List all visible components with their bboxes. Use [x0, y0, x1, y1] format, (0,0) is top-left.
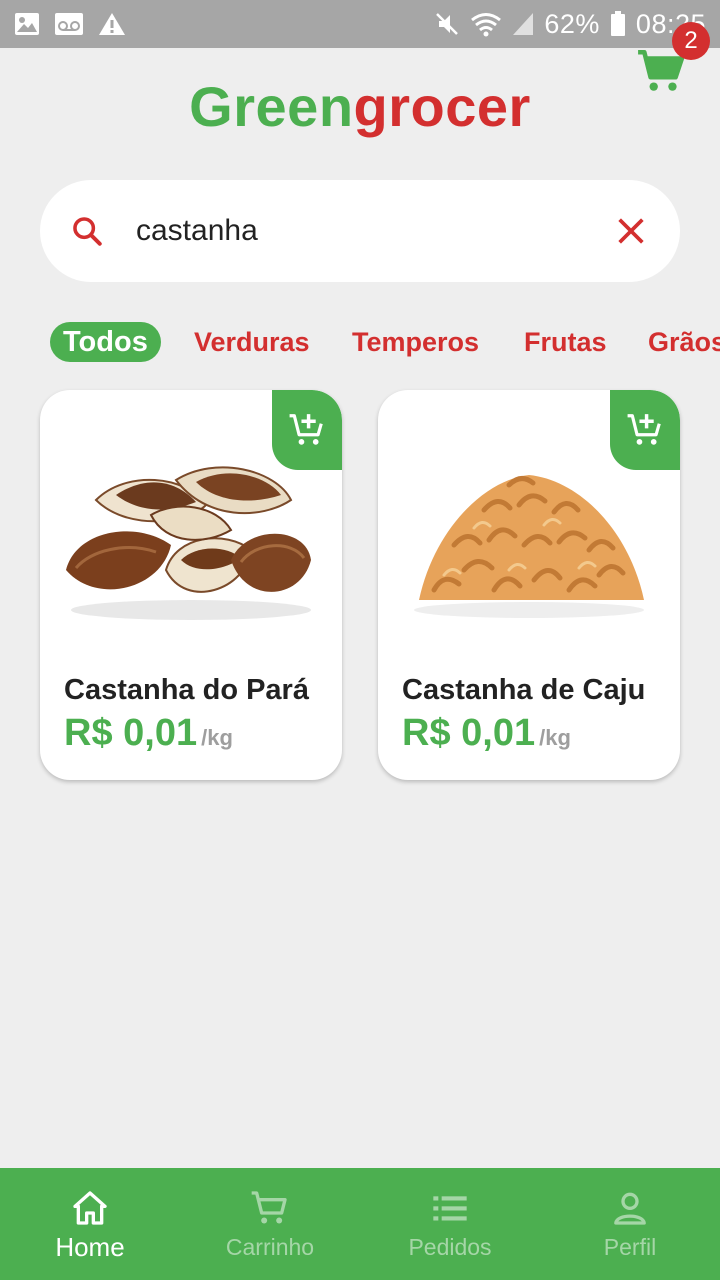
battery-icon — [610, 11, 625, 36]
cart-count-badge: 2 — [672, 22, 710, 60]
mute-icon — [436, 13, 459, 35]
nav-cart-label: Carrinho — [225, 1234, 315, 1260]
category-temperos[interactable]: Temperos — [352, 322, 479, 362]
price-unit: /kg — [539, 725, 571, 750]
app-title-green: Green — [189, 75, 354, 138]
product-image-brazil-nuts — [66, 466, 311, 620]
app-title: Greengrocer — [0, 74, 720, 139]
category-verduras[interactable]: Verduras — [194, 322, 310, 362]
list-icon — [433, 1196, 467, 1221]
price-value: R$ 0,01 — [64, 712, 198, 754]
category-frutas[interactable]: Frutas — [524, 322, 607, 362]
status-bar: 62% 08:25 — [0, 0, 720, 48]
signal-icon — [513, 13, 534, 35]
warning-icon — [99, 13, 125, 35]
price-value: R$ 0,01 — [402, 712, 536, 754]
search-bar[interactable] — [40, 180, 680, 282]
cart-icon — [251, 1191, 287, 1224]
battery-percent: 62% — [544, 8, 600, 39]
app-title-red: grocer — [353, 75, 531, 138]
nav-cart[interactable]: Carrinho — [180, 1168, 360, 1280]
wifi-icon — [471, 13, 502, 37]
search-input[interactable] — [136, 206, 596, 256]
category-graos[interactable]: Grãos — [648, 322, 720, 362]
nav-orders-label: Pedidos — [408, 1234, 492, 1260]
add-cart-icon — [289, 414, 323, 445]
nav-orders[interactable]: Pedidos — [360, 1168, 540, 1280]
search-icon — [73, 217, 102, 246]
nav-home-label: Home — [55, 1232, 125, 1262]
product-price: R$ 0,01/kg — [402, 712, 571, 755]
status-left — [14, 12, 126, 36]
nav-profile-label: Perfil — [603, 1234, 657, 1260]
bottom-navigation: Home Carrinho Pedidos Perfil — [0, 1168, 720, 1280]
price-unit: /kg — [201, 725, 233, 750]
product-card[interactable]: Castanha de Caju R$ 0,01/kg — [378, 390, 680, 780]
image-icon — [15, 13, 39, 35]
add-cart-icon — [627, 414, 661, 445]
product-name: Castanha de Caju — [402, 674, 646, 706]
voicemail-icon — [55, 13, 83, 35]
product-card[interactable]: Castanha do Pará R$ 0,01/kg — [40, 390, 342, 780]
category-todos[interactable]: Todos — [50, 322, 161, 362]
clear-search-icon[interactable] — [614, 214, 648, 248]
product-image-cashew-nuts — [414, 475, 644, 618]
nav-profile[interactable]: Perfil — [540, 1168, 720, 1280]
app-header: Greengrocer — [0, 48, 720, 166]
home-icon — [73, 1191, 107, 1225]
nav-home[interactable]: Home — [0, 1168, 180, 1280]
person-icon — [614, 1192, 646, 1225]
category-tabs: Todos Verduras Temperos Frutas Grãos — [0, 318, 720, 368]
product-name: Castanha do Pará — [64, 674, 309, 706]
product-price: R$ 0,01/kg — [64, 712, 233, 755]
status-right: 62% 08:25 — [434, 9, 706, 40]
